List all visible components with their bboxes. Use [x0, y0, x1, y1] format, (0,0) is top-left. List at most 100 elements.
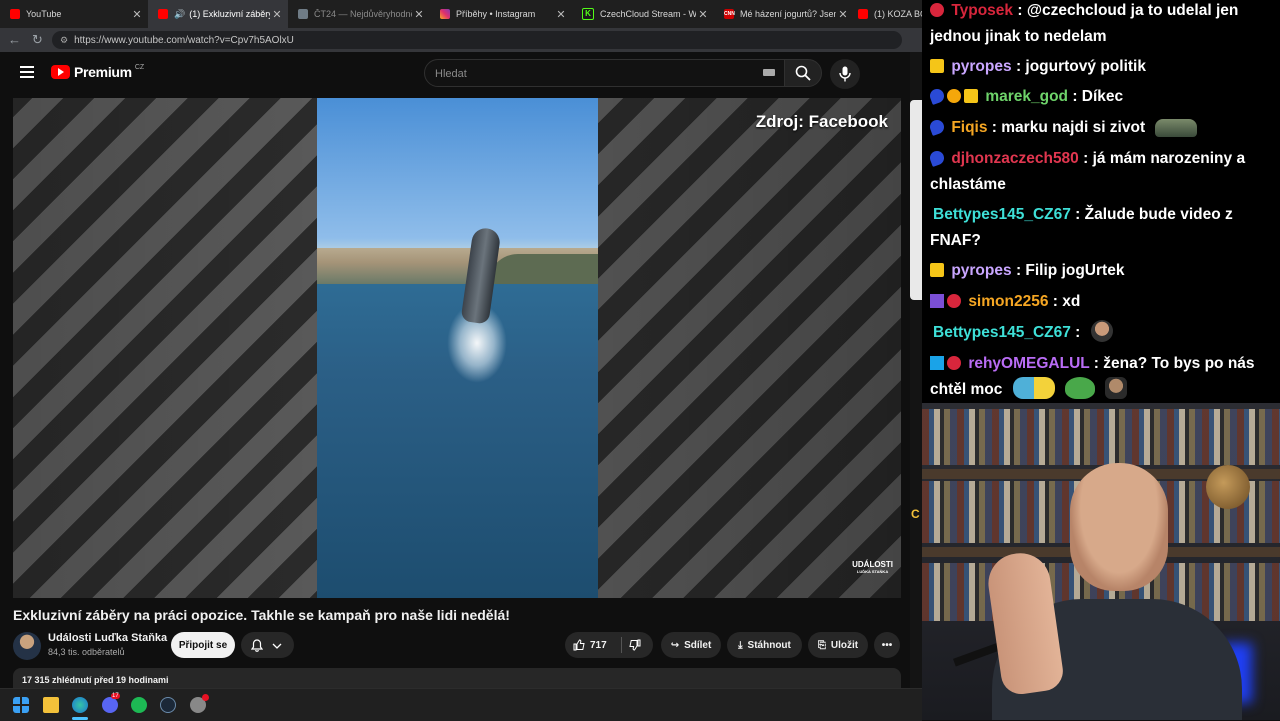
chat-username: Bettypes145_CZ67	[933, 206, 1071, 223]
crown-badge-icon	[964, 89, 978, 103]
chat-username: Bettypes145_CZ67	[933, 324, 1071, 341]
chat-text: :	[1075, 324, 1081, 341]
streamer-webcam	[922, 403, 1280, 720]
tab-instagram[interactable]: Příběhy • Instagram ✕	[430, 0, 572, 28]
cube-badge-icon	[930, 294, 944, 308]
tab-jogurty[interactable]: CNN Mé házení jogurtů? Jsem zlo ✕	[714, 0, 854, 28]
menu-icon[interactable]	[20, 66, 34, 78]
tab-title: (1) Exkluzivní záběry na p	[189, 9, 270, 19]
notification-bell-button[interactable]	[241, 632, 294, 658]
site-info-icon[interactable]: ⚙	[60, 35, 68, 46]
youtube-icon	[158, 9, 168, 19]
tab-title: (1) KOZA BOB	[874, 9, 922, 19]
chat-username: Fiqis	[951, 119, 988, 136]
chat-message: djhonzaczech580 : já mám narozeniny a ch…	[928, 146, 1274, 198]
steam-icon[interactable]	[160, 697, 176, 713]
crown-badge-icon	[930, 263, 944, 277]
chat-text: : Filip jogUrtek	[1015, 262, 1125, 279]
youtube-icon	[858, 9, 868, 19]
tab-title: Příběhy • Instagram	[456, 9, 536, 19]
download-icon: ⤓	[738, 639, 743, 651]
badge-icon	[947, 294, 961, 308]
share-button[interactable]: ↪ Sdílet	[661, 632, 721, 658]
channel-avatar[interactable]	[13, 632, 41, 660]
voice-search-button[interactable]	[830, 59, 860, 89]
save-label: Uložit	[830, 639, 859, 651]
subscriber-badge-icon	[928, 149, 946, 167]
close-icon[interactable]: ✕	[554, 8, 568, 21]
download-button[interactable]: ⤓ Stáhnout	[727, 632, 802, 658]
close-icon[interactable]: ✕	[270, 8, 284, 21]
download-label: Stáhnout	[747, 639, 791, 651]
back-icon[interactable]: ←	[8, 32, 21, 47]
coastline-image	[317, 248, 598, 284]
like-button[interactable]: 717	[573, 632, 607, 658]
tab-koza-bob[interactable]: (1) KOZA BOB	[854, 0, 922, 28]
description-box[interactable]: 17 315 zhlédnutí před 19 hodinami	[13, 668, 901, 688]
chat-message: Fiqis : marku najdi si zivot	[928, 115, 1274, 141]
tab-youtube[interactable]: YouTube ✕	[0, 0, 148, 28]
chat-text: : xd	[1052, 293, 1081, 310]
stream-chat-overlay: Typosek : @czechcloud ja to udelal jen j…	[922, 0, 1280, 403]
bell-icon	[251, 639, 263, 652]
close-icon[interactable]: ✕	[130, 8, 144, 21]
notification-badge: 17	[111, 693, 120, 699]
channel-watermark: UDÁLOSTI LUĎKA STAŇKA	[852, 560, 893, 574]
subscriber-badge-icon	[928, 118, 946, 136]
save-button[interactable]: ⎘ Uložit	[808, 632, 868, 658]
tab-czechcloud[interactable]: K CzechCloud Stream - Watch L ✕	[572, 0, 714, 28]
edge-icon[interactable]	[72, 697, 88, 713]
chat-text: : marku najdi si zivot	[991, 119, 1146, 136]
close-icon[interactable]: ✕	[696, 8, 710, 21]
crown-badge-icon	[930, 59, 944, 73]
chat-username: rehyOMEGALUL	[968, 355, 1090, 372]
url-field[interactable]: ⚙ https://www.youtube.com/watch?v=Cpv7h5…	[52, 31, 902, 49]
cnn-icon: CNN	[724, 9, 735, 19]
youtube-page: Premium CZ Zdroj: Facebook UDÁLOSTI LUĎK…	[0, 52, 910, 688]
spotify-icon[interactable]	[131, 697, 147, 713]
dislike-button[interactable]	[629, 639, 641, 654]
watermark-subtitle: LUĎKA STAŇKA	[856, 569, 889, 574]
chat-message: marek_god : Díkec	[928, 84, 1274, 110]
more-icon: •••	[881, 639, 893, 651]
settings-icon[interactable]	[190, 694, 209, 713]
tab-active-video[interactable]: 🔊 (1) Exkluzivní záběry na p ✕	[148, 0, 288, 28]
close-icon[interactable]: ✕	[412, 8, 426, 21]
thumbs-down-icon	[629, 639, 641, 651]
reload-icon[interactable]: ↻	[32, 32, 43, 48]
notification-dot	[202, 694, 209, 701]
windows-icon[interactable]	[13, 697, 29, 713]
chat-username: marek_god	[985, 88, 1069, 105]
join-button[interactable]: Připojit se	[171, 632, 235, 658]
address-bar-row: ← ↻ ⚙ https://www.youtube.com/watch?v=Cp…	[0, 28, 922, 52]
streamer-head-image	[1070, 463, 1168, 591]
emote-icon	[1064, 377, 1095, 399]
thumbs-up-icon	[573, 639, 585, 651]
taskbar: 17	[0, 688, 922, 721]
more-button[interactable]: •••	[874, 632, 900, 658]
country-code: CZ	[134, 63, 145, 71]
gift-badge-icon	[947, 89, 961, 103]
emote-icon	[1155, 119, 1198, 137]
search-button[interactable]	[784, 59, 822, 87]
like-count: 717	[590, 639, 607, 651]
emote-icon	[1105, 377, 1128, 399]
video-player[interactable]: Zdroj: Facebook UDÁLOSTI LUĎKA STAŇKA	[13, 98, 901, 598]
channel-name[interactable]: Události Luďka Staňka	[48, 632, 167, 644]
close-icon[interactable]: ✕	[836, 8, 850, 21]
search-input[interactable]	[425, 60, 757, 88]
chat-text: : jogurtový politik	[1015, 58, 1146, 75]
globe-image	[1206, 465, 1250, 509]
discord-icon[interactable]: 17	[102, 693, 120, 713]
speaker-icon[interactable]: 🔊	[174, 9, 185, 20]
file-explorer-icon[interactable]	[43, 697, 59, 713]
youtube-logo[interactable]: Premium CZ	[51, 64, 144, 80]
tab-ct24[interactable]: ČT24 — Nejdůvěryhodnější zp ✕	[288, 0, 430, 28]
chat-username: Typosek	[951, 2, 1014, 19]
keyboard-icon[interactable]	[763, 69, 775, 76]
search-icon	[795, 65, 811, 81]
chevron-down-icon	[272, 643, 282, 649]
divider	[621, 637, 622, 653]
video-frame[interactable]	[317, 98, 598, 598]
instagram-icon	[440, 9, 450, 19]
